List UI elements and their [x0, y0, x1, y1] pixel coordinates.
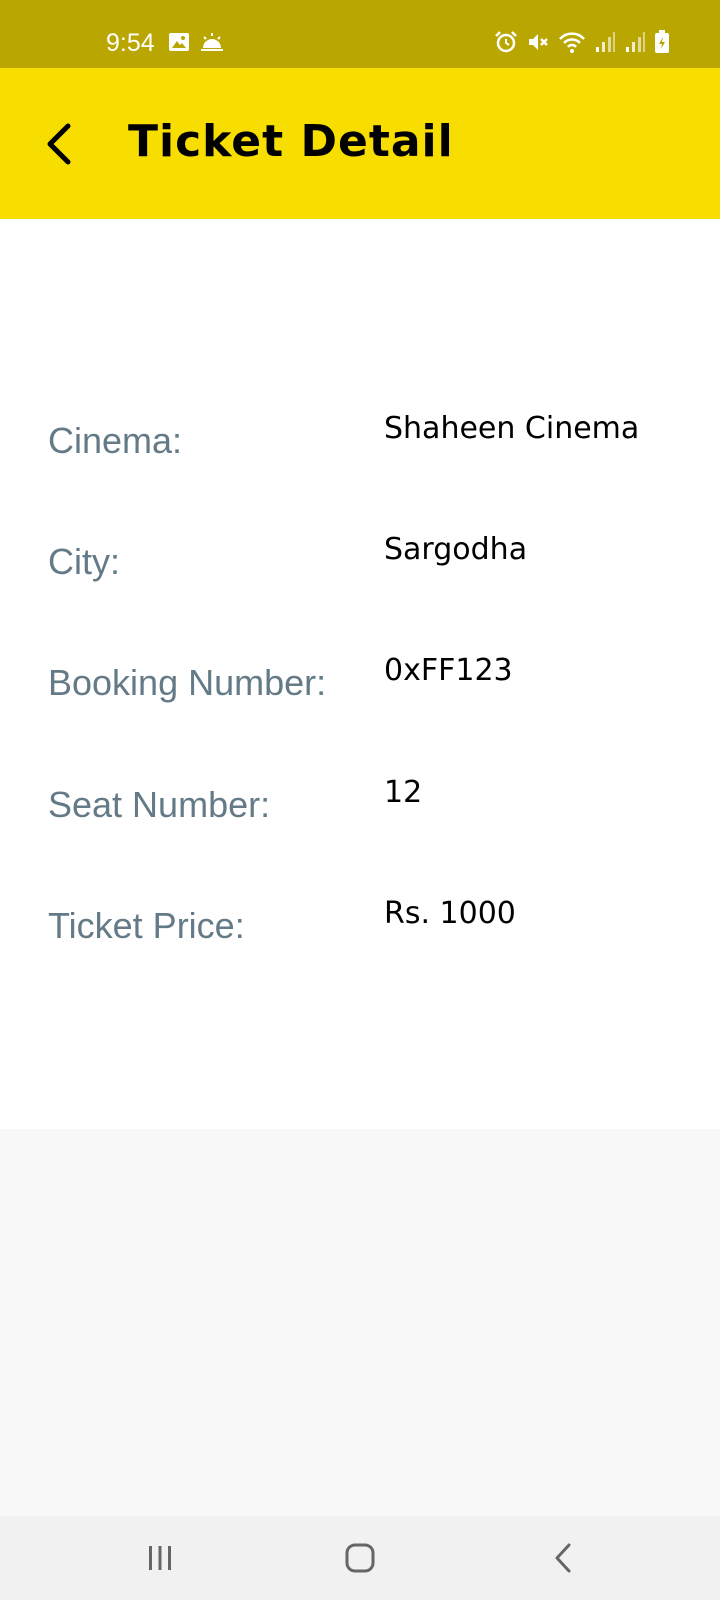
battery-icon: [655, 30, 669, 53]
detail-row-seat-number: Seat Number: 12: [0, 773, 720, 843]
detail-value: Rs. 1000: [384, 896, 516, 931]
detail-row-cinema: Cinema: Shaheen Cinema: [0, 409, 720, 479]
status-time: 9:54: [106, 29, 155, 57]
signal-icon: [626, 32, 645, 52]
status-left-icons: [168, 32, 224, 52]
mute-icon: [529, 34, 548, 50]
back-button[interactable]: [30, 112, 90, 176]
home-icon: [345, 1543, 375, 1573]
back-icon: [555, 1543, 571, 1573]
detail-label: Seat Number:: [48, 784, 271, 825]
detail-value: Sargodha: [384, 532, 528, 567]
detail-row-ticket-price: Ticket Price: Rs. 1000: [0, 894, 720, 964]
detail-value: 0xFF123: [384, 653, 513, 688]
detail-value: 12: [384, 775, 423, 810]
weather-icon: [201, 33, 223, 51]
detail-label: Cinema:: [48, 420, 183, 461]
detail-row-city: City: Sargodha: [0, 530, 720, 600]
system-nav-bar: [0, 1516, 720, 1600]
arrow-left-icon: [47, 123, 71, 165]
detail-label: City:: [48, 541, 120, 582]
detail-label: Ticket Price:: [48, 905, 245, 946]
status-right-icons: [494, 30, 670, 54]
signal-icon: [596, 32, 615, 52]
recents-icon: [149, 1546, 171, 1570]
wifi-icon: [559, 32, 585, 53]
detail-row-booking-number: Booking Number: 0xFF123: [0, 651, 720, 721]
image-icon: [169, 33, 189, 51]
home-button[interactable]: [330, 1536, 390, 1580]
status-bar: 9:54: [0, 0, 720, 68]
alarm-icon: [495, 31, 517, 53]
detail-value: Shaheen Cinema: [384, 411, 640, 446]
detail-label: Booking Number:: [48, 662, 327, 703]
ticket-details: Cinema: Shaheen Cinema City: Sargodha Bo…: [0, 219, 720, 1129]
app-bar: Ticket Detail: [0, 68, 720, 219]
recents-button[interactable]: [130, 1536, 190, 1580]
nav-back-button[interactable]: [533, 1536, 593, 1580]
page-title: Ticket Detail: [128, 116, 454, 167]
